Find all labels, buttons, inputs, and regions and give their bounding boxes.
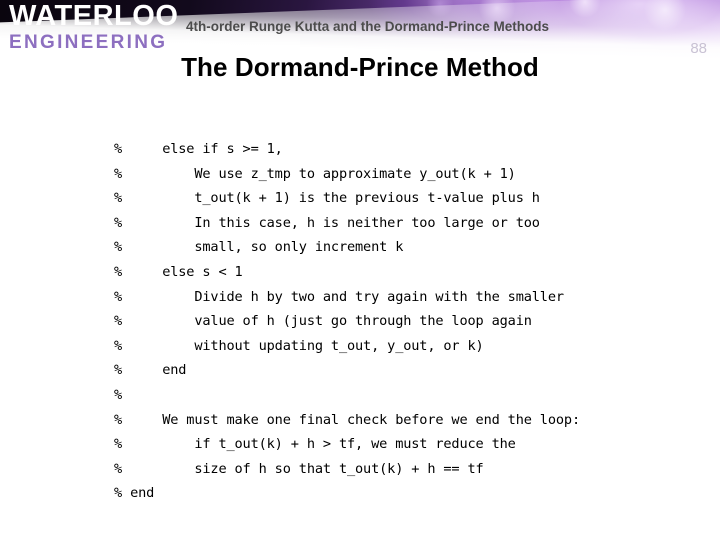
code-line: % else if s >= 1, xyxy=(114,141,283,157)
code-line: % value of h (just go through the loop a… xyxy=(114,313,532,330)
waterloo-engineering-logo: WATERLOO ENGINEERING xyxy=(9,0,179,53)
code-line: % xyxy=(114,386,123,403)
code-line: % size of h so that t_out(k) + h == tf xyxy=(114,460,484,477)
slide-title: The Dormand-Prince Method xyxy=(181,52,539,82)
code-line: % t_out(k + 1) is the previous t-value p… xyxy=(114,190,540,207)
code-line: % small, so only increment k xyxy=(114,239,404,256)
code-line: % end xyxy=(114,362,187,379)
logo-waterloo-text: WATERLOO xyxy=(9,0,179,32)
deck-subtitle: 4th-order Runge Kutta and the Dormand-Pr… xyxy=(186,19,550,34)
code-line: % In this case, h is neither too large o… xyxy=(114,214,540,231)
code-line: % end xyxy=(114,485,155,502)
code-line: % We use z_tmp to approximate y_out(k + … xyxy=(114,165,516,182)
code-comment-block: % else if s >= 1, % We use z_tmp to appro… xyxy=(114,137,580,506)
code-line: % if t_out(k) + h > tf, we must reduce t… xyxy=(114,436,516,453)
code-line: % without updating t_out, y_out, or k) xyxy=(114,337,484,354)
code-line: % else s < 1 xyxy=(114,263,243,280)
code-line: % Divide h by two and try again with the… xyxy=(114,288,564,305)
code-line: % We must make one final check before we… xyxy=(114,411,580,428)
logo-engineering-text: ENGINEERING xyxy=(9,32,168,53)
